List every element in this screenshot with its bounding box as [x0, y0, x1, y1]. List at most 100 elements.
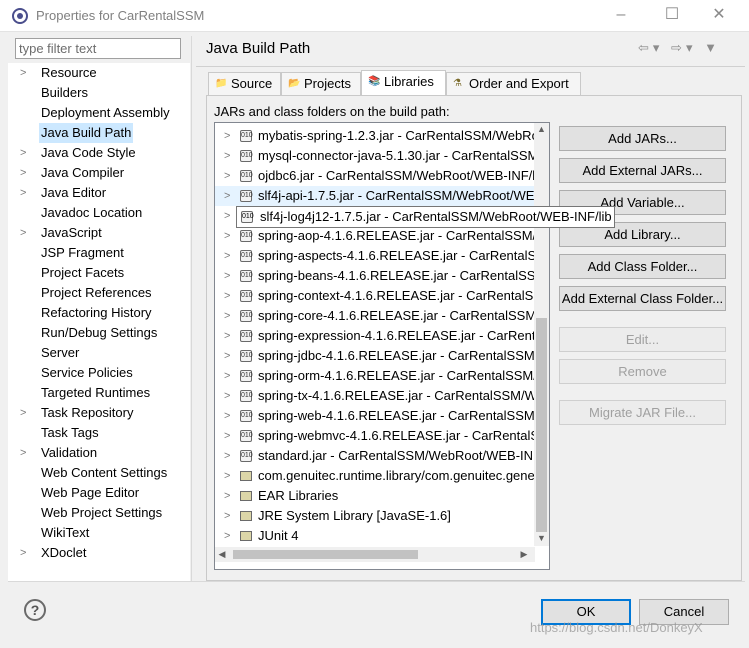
chevron-right-icon[interactable]: >	[224, 346, 230, 366]
library-row[interactable]: >010 spring-jdbc-4.1.6.RELEASE.jar - CarR…	[215, 346, 549, 366]
migrate-jar-file-button[interactable]: Migrate JAR File...	[559, 400, 726, 425]
filter-input[interactable]	[15, 38, 181, 59]
chevron-right-icon[interactable]: >	[224, 306, 230, 326]
library-row[interactable]: >010 ojdbc6.jar - CarRentalSSM/WebRoot/WE…	[215, 166, 545, 186]
chevron-right-icon[interactable]: >	[224, 466, 230, 486]
add-external-jars-button[interactable]: Add External JARs...	[559, 158, 726, 183]
minimize-icon[interactable]: –	[603, 4, 639, 28]
chevron-right-icon[interactable]: >	[224, 206, 230, 226]
library-row[interactable]: >010 spring-orm-4.1.6.RELEASE.jar - CarRe…	[215, 366, 549, 386]
nav-item[interactable]: Web Content Settings	[8, 463, 190, 483]
chevron-right-icon[interactable]: >	[224, 126, 230, 146]
nav-item[interactable]: Refactoring History	[8, 303, 190, 323]
tab-libraries[interactable]: 📚 Libraries	[361, 70, 446, 95]
nav-item[interactable]: > JavaScript	[8, 223, 190, 243]
chevron-right-icon[interactable]: >	[224, 406, 230, 426]
chevron-right-icon[interactable]: >	[224, 366, 230, 386]
chevron-right-icon[interactable]: >	[20, 183, 26, 203]
nav-item[interactable]: > Task Repository	[8, 403, 190, 423]
library-row[interactable]: >010 spring-aop-4.1.6.RELEASE.jar - CarRe…	[215, 226, 549, 246]
nav-item[interactable]: Builders	[8, 83, 190, 103]
nav-item[interactable]: Task Tags	[8, 423, 190, 443]
nav-item[interactable]: WikiText	[8, 523, 190, 543]
nav-item[interactable]: Deployment Assembly	[8, 103, 190, 123]
maximize-icon[interactable]: ☐	[654, 4, 690, 28]
library-row[interactable]: >010 spring-beans-4.1.6.RELEASE.jar - Car…	[215, 266, 549, 286]
nav-item[interactable]: Run/Debug Settings	[8, 323, 190, 343]
library-row[interactable]: >010 mybatis-spring-1.2.3.jar - CarRental…	[215, 126, 549, 146]
chevron-right-icon[interactable]: >	[224, 146, 230, 166]
chevron-right-icon[interactable]: >	[224, 426, 230, 446]
chevron-right-icon[interactable]: >	[20, 223, 26, 243]
nav-item[interactable]: Project References	[8, 283, 190, 303]
nav-item[interactable]: Targeted Runtimes	[8, 383, 190, 403]
scroll-down-icon[interactable]: ▼	[534, 533, 549, 543]
nav-item[interactable]: JSP Fragment	[8, 243, 190, 263]
chevron-right-icon[interactable]: >	[20, 143, 26, 163]
chevron-right-icon[interactable]: >	[224, 326, 230, 346]
chevron-right-icon[interactable]: >	[224, 386, 230, 406]
chevron-right-icon[interactable]: >	[20, 443, 26, 463]
library-row[interactable]: > JRE System Library [JavaSE-1.6]	[215, 506, 535, 526]
library-row[interactable]: >010 spring-webmvc-4.1.6.RELEASE.jar - Ca…	[215, 426, 549, 446]
remove-button[interactable]: Remove	[559, 359, 726, 384]
library-row[interactable]: >010 spring-context-4.1.6.RELEASE.jar - C…	[215, 286, 549, 306]
library-row[interactable]: >010 spring-web-4.1.6.RELEASE.jar - CarRe…	[215, 406, 549, 426]
chevron-right-icon[interactable]: >	[224, 446, 230, 466]
chevron-right-icon[interactable]: >	[224, 526, 230, 546]
library-row[interactable]: > com.genuitec.runtime.library/com.genuit…	[215, 466, 548, 486]
nav-item[interactable]: > Java Code Style	[8, 143, 190, 163]
chevron-right-icon[interactable]: >	[224, 186, 230, 206]
add-class-folder-button[interactable]: Add Class Folder...	[559, 254, 726, 279]
nav-item[interactable]: > Java Compiler	[8, 163, 190, 183]
nav-item[interactable]: Project Facets	[8, 263, 190, 283]
scroll-left-icon[interactable]: ◀	[217, 549, 227, 560]
nav-item[interactable]: > Resource	[8, 63, 190, 83]
nav-item[interactable]: Web Page Editor	[8, 483, 190, 503]
nav-item[interactable]: Web Project Settings	[8, 503, 190, 523]
view-menu-icon[interactable]: ▼	[704, 40, 721, 55]
chevron-right-icon[interactable]: >	[224, 246, 230, 266]
library-row[interactable]: >010 mysql-connector-java-5.1.30.jar - Ca…	[215, 146, 549, 166]
help-icon[interactable]: ?	[24, 599, 46, 621]
libraries-tree[interactable]: >010 mybatis-spring-1.2.3.jar - CarRental…	[214, 122, 550, 570]
nav-item[interactable]: Service Policies	[8, 363, 190, 383]
splitter[interactable]	[191, 36, 192, 581]
chevron-right-icon[interactable]: >	[20, 163, 26, 183]
back-arrow-icon[interactable]: ⇦▾	[638, 40, 663, 55]
library-row[interactable]: >010 slf4j-api-1.7.5.jar - CarRentalSSM/W…	[215, 186, 549, 206]
horizontal-scroll-thumb[interactable]	[233, 550, 418, 559]
add-external-class-folder-button[interactable]: Add External Class Folder...	[559, 286, 726, 311]
scroll-right-icon[interactable]: ▶	[519, 549, 529, 560]
chevron-right-icon[interactable]: >	[20, 63, 26, 83]
nav-item[interactable]: Java Build Path	[8, 123, 190, 143]
library-row[interactable]: >010 standard.jar - CarRentalSSM/WebRoot/…	[215, 446, 549, 466]
nav-item[interactable]: Javadoc Location	[8, 203, 190, 223]
scroll-up-icon[interactable]: ▲	[534, 124, 549, 134]
library-row[interactable]: >010 spring-aspects-4.1.6.RELEASE.jar - C…	[215, 246, 549, 266]
nav-item[interactable]: > Java Editor	[8, 183, 190, 203]
library-row[interactable]: >010 spring-tx-4.1.6.RELEASE.jar - CarRen…	[215, 386, 549, 406]
nav-item[interactable]: > XDoclet	[8, 543, 190, 563]
chevron-right-icon[interactable]: >	[224, 486, 230, 506]
library-row[interactable]: >010 spring-expression-4.1.6.RELEASE.jar …	[215, 326, 549, 346]
chevron-right-icon[interactable]: >	[20, 403, 26, 423]
chevron-right-icon[interactable]: >	[20, 543, 26, 563]
nav-item[interactable]: Server	[8, 343, 190, 363]
chevron-right-icon[interactable]: >	[224, 226, 230, 246]
chevron-right-icon[interactable]: >	[224, 286, 230, 306]
nav-item[interactable]: > Validation	[8, 443, 190, 463]
library-row[interactable]: > EAR Libraries	[215, 486, 535, 506]
edit-button[interactable]: Edit...	[559, 327, 726, 352]
library-row[interactable]: >010 spring-core-4.1.6.RELEASE.jar - CarR…	[215, 306, 549, 326]
chevron-right-icon[interactable]: >	[224, 166, 230, 186]
add-jars-button[interactable]: Add JARs...	[559, 126, 726, 151]
close-icon[interactable]: ✕	[701, 4, 737, 28]
chevron-right-icon[interactable]: >	[224, 506, 230, 526]
tab-source[interactable]: 📁 Source	[208, 72, 281, 95]
library-row[interactable]: > JUnit 4	[215, 526, 535, 546]
vertical-scroll-thumb[interactable]	[536, 318, 547, 532]
chevron-right-icon[interactable]: >	[224, 266, 230, 286]
tab-order-and-export[interactable]: ⚗ Order and Export	[446, 72, 581, 95]
forward-arrow-icon[interactable]: ⇨▾	[671, 40, 696, 55]
